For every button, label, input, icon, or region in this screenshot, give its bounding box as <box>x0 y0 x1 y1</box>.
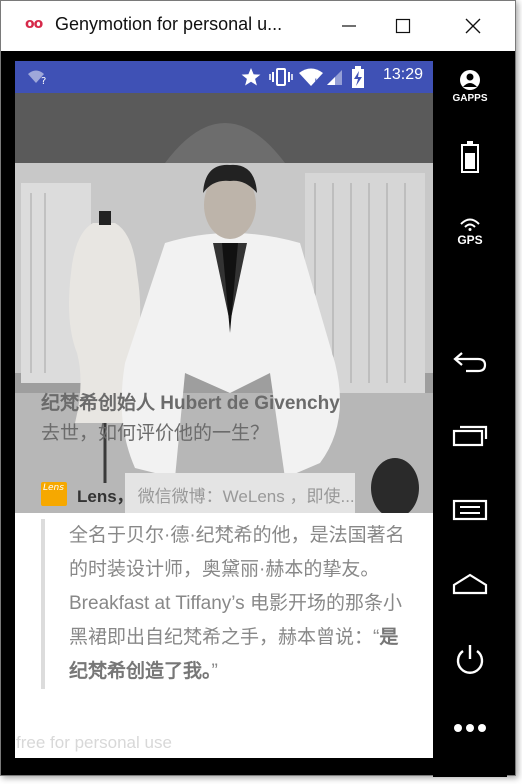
article-quote: 全名于贝尔·德·纪梵希的他，是法国著名的时装设计师，奥黛丽·赫本的挚友。Brea… <box>41 519 411 689</box>
article-hero-image <box>15 93 433 513</box>
emulator-sidebar: GAPPS GPS <box>433 51 507 777</box>
source-logo-icon: Lens <box>41 482 67 506</box>
source-name: Lens， <box>77 486 134 506</box>
back-icon <box>453 352 487 373</box>
close-button[interactable] <box>451 9 495 43</box>
back-button[interactable] <box>433 349 507 373</box>
close-icon <box>465 18 481 34</box>
status-time: 13:29 <box>382 66 423 83</box>
gps-icon <box>460 218 480 231</box>
gapps-button[interactable]: GAPPS <box>433 69 507 104</box>
genymotion-logo-icon: oo <box>25 16 43 32</box>
svg-text:?: ? <box>41 76 46 85</box>
quote-end: ” <box>211 661 218 682</box>
headline-line-2: 去世，如何评价他的一生？ <box>41 423 270 444</box>
emulator-window: oo Genymotion for personal u... ? ! 13:2… <box>0 0 516 777</box>
more-icon <box>454 724 486 732</box>
maximize-icon <box>395 18 411 34</box>
star-icon <box>241 68 261 86</box>
menu-icon <box>452 499 488 521</box>
maximize-button[interactable] <box>381 9 425 43</box>
battery-charging-icon <box>352 66 364 88</box>
power-icon <box>456 645 484 674</box>
signal-icon <box>327 70 342 85</box>
home-button[interactable] <box>433 573 507 595</box>
gps-button[interactable]: GPS <box>433 217 507 247</box>
battery-button[interactable] <box>433 141 507 173</box>
recent-apps-button[interactable] <box>433 423 507 447</box>
title-bar[interactable]: oo Genymotion for personal u... <box>1 1 515 51</box>
wifi-icon: ! <box>299 68 323 86</box>
svg-text:!: ! <box>314 78 318 86</box>
android-status-bar: ? ! 13:29 <box>15 61 433 93</box>
photo-illustration <box>15 93 433 513</box>
gapps-label: GAPPS <box>452 93 488 104</box>
recent-apps-icon <box>452 425 488 447</box>
watermark: free for personal use <box>16 733 172 752</box>
wifi-question-icon: ? <box>28 70 46 85</box>
source-description: 微信微博：WeLens ，即使... <box>137 486 355 506</box>
home-icon <box>452 573 488 595</box>
device-screen[interactable]: ? ! 13:29 纪梵希创始人 Hubert de Givenchy 去世，如… <box>15 61 433 758</box>
article-source[interactable]: Lens Lens， 微信微博：WeLens ，即使... <box>41 481 421 507</box>
article-headline[interactable]: 纪梵希创始人 Hubert de Givenchy 去世，如何评价他的一生？ <box>41 389 411 449</box>
more-button[interactable] <box>433 723 507 733</box>
minimize-button[interactable] <box>327 9 371 43</box>
menu-button[interactable] <box>433 499 507 521</box>
vibrate-icon <box>269 68 293 86</box>
gapps-icon <box>460 70 480 90</box>
battery-icon <box>461 141 479 173</box>
headline-line-1: 纪梵希创始人 Hubert de Givenchy <box>41 393 340 414</box>
gps-label: GPS <box>457 233 483 247</box>
quote-text: 全名于贝尔·德·纪梵希的他，是法国著名的时装设计师，奥黛丽·赫本的挚友。Brea… <box>69 525 405 648</box>
power-button[interactable] <box>433 643 507 677</box>
minimize-icon <box>342 25 356 27</box>
window-title: Genymotion for personal u... <box>55 14 283 34</box>
